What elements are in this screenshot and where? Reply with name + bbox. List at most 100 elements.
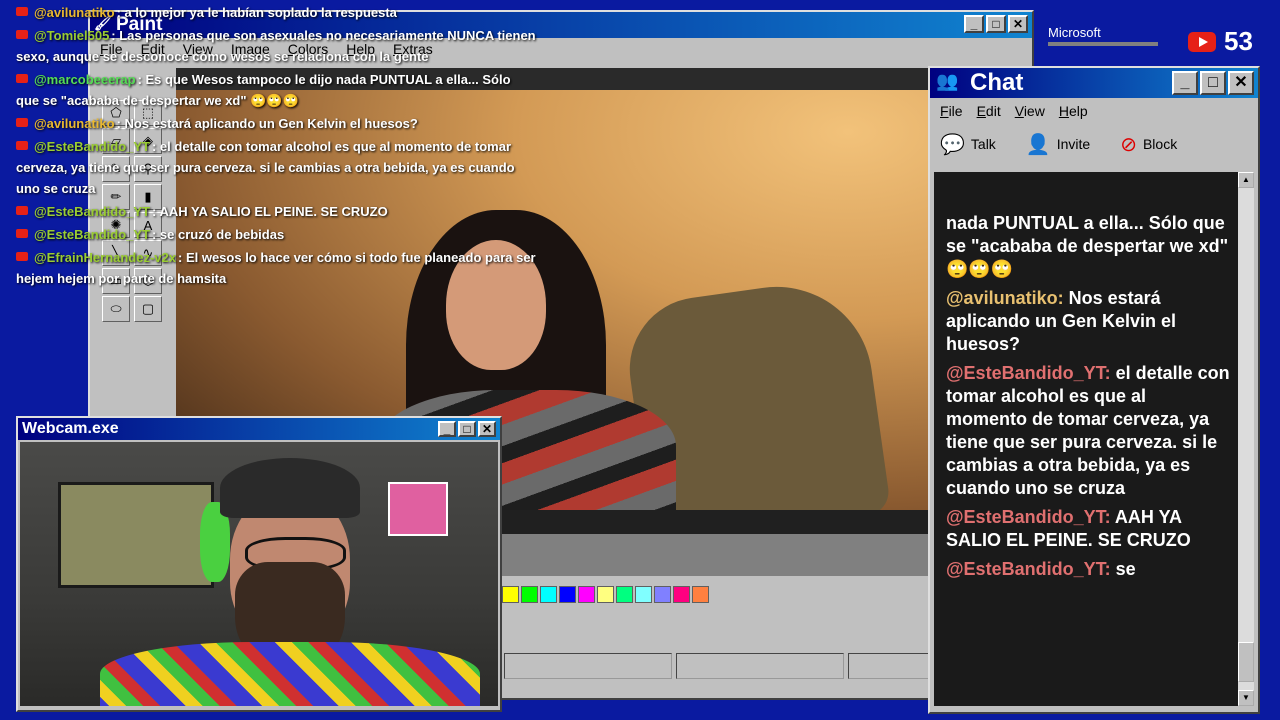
- chat-titlebar[interactable]: 👥 Chat _ □ ✕: [930, 68, 1258, 98]
- menu-view[interactable]: View: [1015, 103, 1045, 119]
- palette-swatch[interactable]: [502, 586, 519, 603]
- palette-swatch[interactable]: [597, 586, 614, 603]
- palette-swatch[interactable]: [616, 586, 633, 603]
- overlay-chat-text: : AAH YA SALIO EL PEINE. SE CRUZO: [151, 204, 388, 219]
- overlay-chat-message: @EsteBandido_YT: el detalle con tomar al…: [16, 136, 536, 199]
- talk-button[interactable]: 💬 Talk: [940, 132, 996, 157]
- overlay-chat-message: @avilunatiko: a lo mejor ya le habían so…: [16, 2, 536, 23]
- youtube-icon: [16, 74, 28, 83]
- viewer-count-value: 53: [1224, 26, 1253, 56]
- palette-swatch[interactable]: [654, 586, 671, 603]
- invite-button[interactable]: 👤 Invite: [1026, 132, 1090, 157]
- youtube-icon: [16, 229, 28, 238]
- webcam-feed: [20, 442, 498, 706]
- palette-swatch[interactable]: [673, 586, 690, 603]
- invite-icon: 👤: [1025, 133, 1051, 156]
- block-button[interactable]: ⊘ Block: [1120, 132, 1177, 157]
- overlay-chat-message: @Tomiel505: Las personas que son asexual…: [16, 25, 536, 67]
- progress-bar: [1048, 42, 1158, 46]
- streamer-cap: [220, 458, 360, 518]
- ellipse-tool-icon[interactable]: ⬭: [102, 296, 130, 322]
- chat-scrollbar[interactable]: ▲ ▼: [1238, 172, 1254, 706]
- chat-message-user: @EsteBandido_YT:: [946, 559, 1111, 579]
- overlay-chat-user: @avilunatiko: [34, 116, 115, 131]
- overlay-chat-user: @EfrainHernandez-v2x: [34, 250, 176, 265]
- maximize-button[interactable]: □: [986, 15, 1006, 33]
- overlay-chat-message: @EfrainHernandez-v2x: El wesos lo hace v…: [16, 247, 536, 289]
- youtube-icon: [16, 7, 28, 16]
- overlay-chat-user: @marcobeeerap: [34, 72, 136, 87]
- wall-poster: [388, 482, 448, 536]
- overlay-chat-user: @EsteBandido_YT: [34, 227, 150, 242]
- overlay-chat-message: @EsteBandido_YT: se cruzó de bebidas: [16, 224, 536, 245]
- chat-message-text: el detalle con tomar alcohol es que al m…: [946, 363, 1230, 498]
- overlay-chat-user: @avilunatiko: [34, 5, 115, 20]
- viewer-count: 53: [1188, 26, 1253, 57]
- chat-menubar: File Edit View Help: [930, 98, 1258, 124]
- close-button[interactable]: ✕: [478, 421, 496, 437]
- chat-message: @EsteBandido_YT: el detalle con tomar al…: [946, 362, 1230, 500]
- chat-title: Chat: [970, 69, 1024, 96]
- chat-message-user: @avilunatiko:: [946, 288, 1064, 308]
- block-icon: ⊘: [1120, 133, 1137, 156]
- color-palette: [502, 586, 709, 603]
- close-button[interactable]: ✕: [1008, 15, 1028, 33]
- status-cell: [504, 653, 672, 679]
- overlay-chat-user: @Tomiel505: [34, 28, 110, 43]
- palette-swatch[interactable]: [521, 586, 538, 603]
- youtube-icon: [16, 252, 28, 261]
- talk-label: Talk: [970, 136, 996, 152]
- youtube-icon: [16, 118, 28, 127]
- overlay-chat-user: @EsteBandido_YT: [34, 139, 150, 154]
- palette-swatch[interactable]: [692, 586, 709, 603]
- webcam-window: Webcam.exe _ □ ✕: [16, 416, 502, 712]
- close-button[interactable]: ✕: [1228, 71, 1254, 95]
- overlay-chat: @avilunatiko: a lo mejor ya le habían so…: [16, 0, 536, 289]
- chat-message: @avilunatiko: Nos estará aplicando un Ge…: [946, 287, 1230, 356]
- minimize-button[interactable]: _: [964, 15, 984, 33]
- overlay-chat-text: : Nos estará aplicando un Gen Kelvin el …: [116, 116, 418, 131]
- chat-toolbar: 💬 Talk 👤 Invite ⊘ Block: [930, 124, 1258, 164]
- rounded-rect-tool-icon[interactable]: ▢: [134, 296, 162, 322]
- chat-window: 👥 Chat _ □ ✕ File Edit View Help 💬 Talk …: [928, 66, 1260, 714]
- overlay-chat-text: : a lo mejor ya le habían soplado la res…: [116, 5, 397, 20]
- overlay-chat-user: @EsteBandido_YT: [34, 204, 150, 219]
- overlay-chat-text: : se cruzó de bebidas: [151, 227, 285, 242]
- webcam-title: Webcam.exe: [22, 420, 119, 437]
- overlay-chat-message: @marcobeeerap: Es que Wesos tampoco le d…: [16, 69, 536, 111]
- minimize-button[interactable]: _: [1172, 71, 1198, 95]
- status-cell: [676, 653, 844, 679]
- chat-message-user: @EsteBandido_YT:: [946, 507, 1111, 527]
- menu-help[interactable]: Help: [1059, 103, 1088, 119]
- overlay-chat-message: @EsteBandido_YT: AAH YA SALIO EL PEINE. …: [16, 201, 536, 222]
- chat-message: @EsteBandido_YT: AAH YA SALIO EL PEINE. …: [946, 506, 1230, 552]
- chat-message-text: nada PUNTUAL a ella... Sólo que se "acab…: [946, 213, 1229, 279]
- scroll-down-icon[interactable]: ▼: [1238, 690, 1254, 706]
- maximize-button[interactable]: □: [1200, 71, 1226, 95]
- chat-message: @EsteBandido_YT: se: [946, 558, 1230, 581]
- menu-file[interactable]: File: [940, 103, 963, 119]
- palette-swatch[interactable]: [540, 586, 557, 603]
- scroll-thumb[interactable]: [1238, 642, 1254, 682]
- chat-message: nada PUNTUAL a ella... Sólo que se "acab…: [946, 212, 1230, 281]
- maximize-button[interactable]: □: [458, 421, 476, 437]
- overlay-chat-message: @avilunatiko: Nos estará aplicando un Ge…: [16, 113, 536, 134]
- invite-label: Invite: [1056, 136, 1091, 152]
- youtube-icon: [16, 206, 28, 215]
- palette-swatch[interactable]: [559, 586, 576, 603]
- youtube-icon: [16, 30, 28, 39]
- youtube-icon: [1188, 31, 1216, 52]
- wall-poster: [58, 482, 214, 588]
- chat-message-user: @EsteBandido_YT:: [946, 363, 1111, 383]
- menu-edit[interactable]: Edit: [977, 103, 1001, 119]
- block-label: Block: [1142, 136, 1178, 152]
- palette-swatch[interactable]: [635, 586, 652, 603]
- chat-message-text: se: [1110, 559, 1136, 579]
- palette-swatch[interactable]: [578, 586, 595, 603]
- minimize-button[interactable]: _: [438, 421, 456, 437]
- scroll-up-icon[interactable]: ▲: [1238, 172, 1254, 188]
- chat-log[interactable]: nada PUNTUAL a ella... Sólo que se "acab…: [934, 172, 1240, 706]
- people-icon: 👥: [936, 71, 959, 91]
- webcam-titlebar[interactable]: Webcam.exe _ □ ✕: [18, 418, 500, 440]
- youtube-icon: [16, 141, 28, 150]
